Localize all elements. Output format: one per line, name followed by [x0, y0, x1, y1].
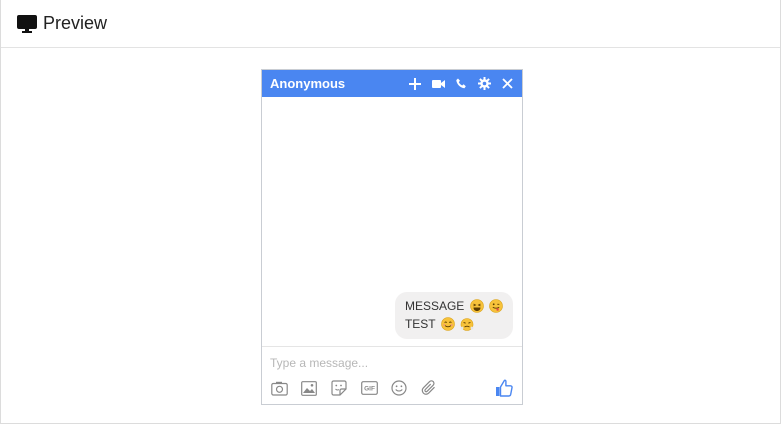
message-bubble: MESSAGE TEST	[394, 292, 513, 339]
winking-tongue-emoji	[489, 299, 503, 313]
thumbs-up-icon[interactable]	[495, 379, 513, 397]
message-text-1: MESSAGE	[404, 299, 465, 313]
composer-toolbar: GIF	[270, 379, 438, 397]
contact-name[interactable]: Anonymous	[270, 76, 408, 91]
image-icon[interactable]	[300, 379, 318, 397]
message-area: MESSAGE TEST	[262, 97, 522, 346]
smiling-emoji	[440, 317, 455, 331]
camera-icon[interactable]	[270, 379, 288, 397]
gif-label: GIF	[364, 386, 375, 393]
monitor-icon	[17, 14, 37, 33]
grinning-squint-emoji	[469, 299, 484, 313]
sticker-icon[interactable]	[330, 379, 348, 397]
gear-icon[interactable]	[477, 77, 491, 91]
panel-header: Preview	[1, 0, 780, 48]
message-input[interactable]	[270, 356, 500, 370]
gif-icon[interactable]: GIF	[360, 379, 378, 397]
emoji-icon[interactable]	[390, 379, 408, 397]
message-text-2: TEST	[404, 317, 436, 331]
chat-window: Anonymous MESSAGE TEST Type a message...…	[261, 69, 523, 405]
angry-steam-emoji	[460, 318, 474, 331]
message-line-1: MESSAGE	[405, 297, 503, 315]
phone-icon[interactable]	[454, 77, 468, 91]
close-icon[interactable]	[500, 77, 514, 91]
composer: GIF	[262, 346, 522, 405]
message-line-2: TEST	[405, 315, 503, 333]
chat-header: Anonymous	[262, 70, 522, 97]
video-camera-icon[interactable]	[431, 77, 445, 91]
preview-panel: Preview Anonymous MESSAGE TEST Type a me…	[0, 0, 781, 424]
plus-icon[interactable]	[408, 77, 422, 91]
paperclip-icon[interactable]	[420, 379, 438, 397]
panel-title: Preview	[43, 13, 108, 33]
